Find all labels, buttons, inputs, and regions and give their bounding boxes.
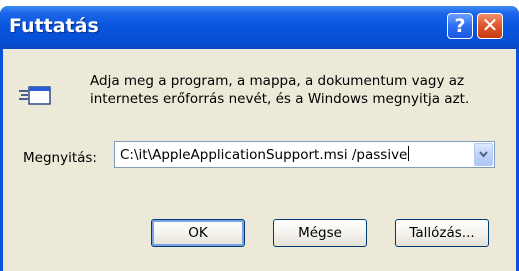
run-icon — [19, 86, 51, 105]
help-question-icon: ? — [454, 15, 466, 37]
close-x-icon: ✕ — [481, 13, 499, 37]
cancel-button[interactable]: Mégse — [273, 219, 367, 247]
description-line-1: Adja meg a program, a mappa, a dokumentu… — [90, 73, 465, 89]
open-combobox[interactable]: C:\it\AppleApplicationSupport.msi /passi… — [114, 141, 495, 168]
dialog-description: Adja meg a program, a mappa, a dokumentu… — [90, 72, 510, 108]
open-input-value: C:\it\AppleApplicationSupport.msi /passi… — [120, 147, 408, 163]
combobox-dropdown-button[interactable] — [474, 143, 493, 166]
window-title: Futtatás — [9, 15, 99, 37]
help-button[interactable]: ? — [447, 13, 473, 39]
title-bar[interactable]: Futtatás ? ✕ — [0, 6, 519, 49]
ok-button[interactable]: OK — [151, 219, 245, 247]
chevron-down-icon — [479, 151, 488, 158]
open-label: Megnyitás: — [23, 150, 97, 166]
browse-button[interactable]: Tallózás... — [395, 219, 489, 247]
text-caret — [408, 146, 410, 161]
open-input[interactable]: C:\it\AppleApplicationSupport.msi /passi… — [120, 146, 410, 163]
description-line-2: internetes erőforrás nevét, és a Windows… — [90, 91, 470, 107]
dialog-body: Adja meg a program, a mappa, a dokumentu… — [3, 49, 516, 271]
run-dialog: Futtatás ? ✕ Adja meg a program, a mappa… — [0, 6, 519, 271]
close-button[interactable]: ✕ — [477, 13, 503, 39]
